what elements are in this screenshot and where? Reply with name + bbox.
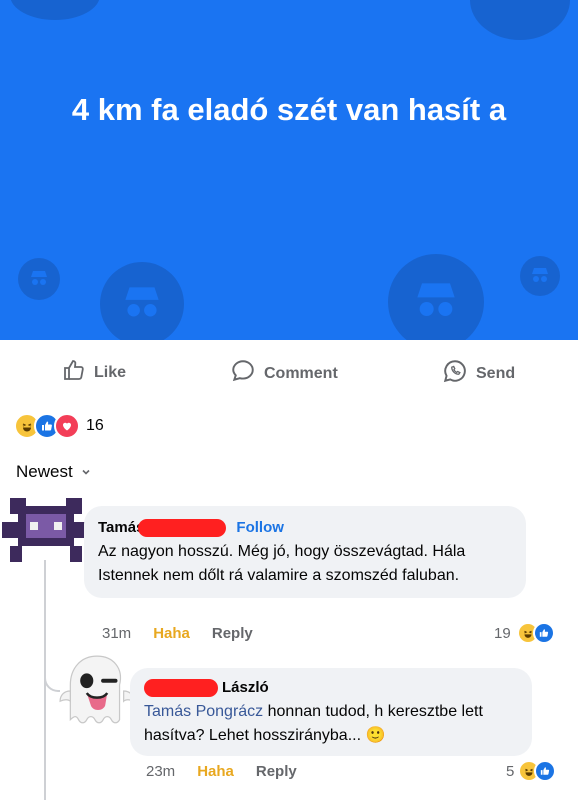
post-text: 4 km fa eladó szét van hasít a xyxy=(71,92,507,127)
avatar[interactable] xyxy=(2,490,90,570)
comment-text: Az nagyon hosszú. Még jó, hogy összevágt… xyxy=(98,543,466,584)
send-button[interactable]: Send xyxy=(442,358,515,389)
whatsapp-icon xyxy=(442,358,468,389)
ghost-avatar[interactable] xyxy=(56,650,138,732)
comment-sort-dropdown[interactable]: Newest xyxy=(16,462,91,482)
reply-timestamp[interactable]: 23m xyxy=(146,763,175,780)
reply-reactions[interactable]: 5 xyxy=(506,760,557,782)
post-image[interactable]: 4 km fa eladó szét van hasít a xyxy=(0,0,578,340)
haha-reaction-button[interactable]: Haha xyxy=(197,763,234,780)
like-button[interactable]: Like xyxy=(62,358,126,387)
send-label: Send xyxy=(476,364,516,382)
like-icon xyxy=(534,760,557,782)
anonymous-avatar-icon xyxy=(520,256,560,296)
redaction-mark xyxy=(144,679,218,697)
post-action-bar: Like Comment Send xyxy=(0,350,578,390)
anonymous-avatar-icon xyxy=(18,258,60,300)
reply-button[interactable]: Reply xyxy=(256,763,297,780)
reply-reaction-count: 5 xyxy=(506,762,515,780)
comment-label: Comment xyxy=(264,364,338,382)
comment-timestamp[interactable]: 31m xyxy=(102,625,131,642)
sort-label: Newest xyxy=(16,462,73,481)
reply-button[interactable]: Reply xyxy=(212,625,253,642)
mention-link[interactable]: Tamás Pongrácz xyxy=(144,703,263,720)
anonymous-avatar-icon xyxy=(100,262,184,340)
reaction-count: 16 xyxy=(86,417,104,434)
reply-bubble: László Tamás Pongrácz honnan tudod, h ke… xyxy=(130,668,532,756)
haha-reaction-button[interactable]: Haha xyxy=(153,625,190,642)
thumbs-up-icon xyxy=(62,358,86,387)
comment-bubble: Tamás Follow Az nagyon hosszú. Még jó, h… xyxy=(84,506,526,598)
comment-reaction-count: 19 xyxy=(494,624,511,642)
anonymous-avatar-icon xyxy=(388,254,484,340)
reply-text-wrap: Tamás Pongrácz honnan tudod, h keresztbe… xyxy=(144,700,518,748)
like-icon xyxy=(532,622,555,644)
love-icon xyxy=(54,413,80,439)
comment-meta: 31m Haha Reply xyxy=(102,625,253,642)
chevron-down-icon xyxy=(81,462,91,482)
reply-author[interactable]: László xyxy=(222,676,269,700)
speech-bubble-icon xyxy=(230,358,256,389)
like-label: Like xyxy=(94,363,127,381)
comment-button[interactable]: Comment xyxy=(230,358,338,389)
reply-meta: 23m Haha Reply xyxy=(146,763,297,780)
anonymous-avatar-icon xyxy=(470,0,570,40)
comment-reactions[interactable]: 19 xyxy=(494,622,555,644)
follow-button[interactable]: Follow xyxy=(236,516,284,540)
reaction-summary[interactable]: 16 xyxy=(14,413,104,439)
redaction-mark xyxy=(138,519,227,537)
anonymous-avatar-icon xyxy=(10,0,100,20)
